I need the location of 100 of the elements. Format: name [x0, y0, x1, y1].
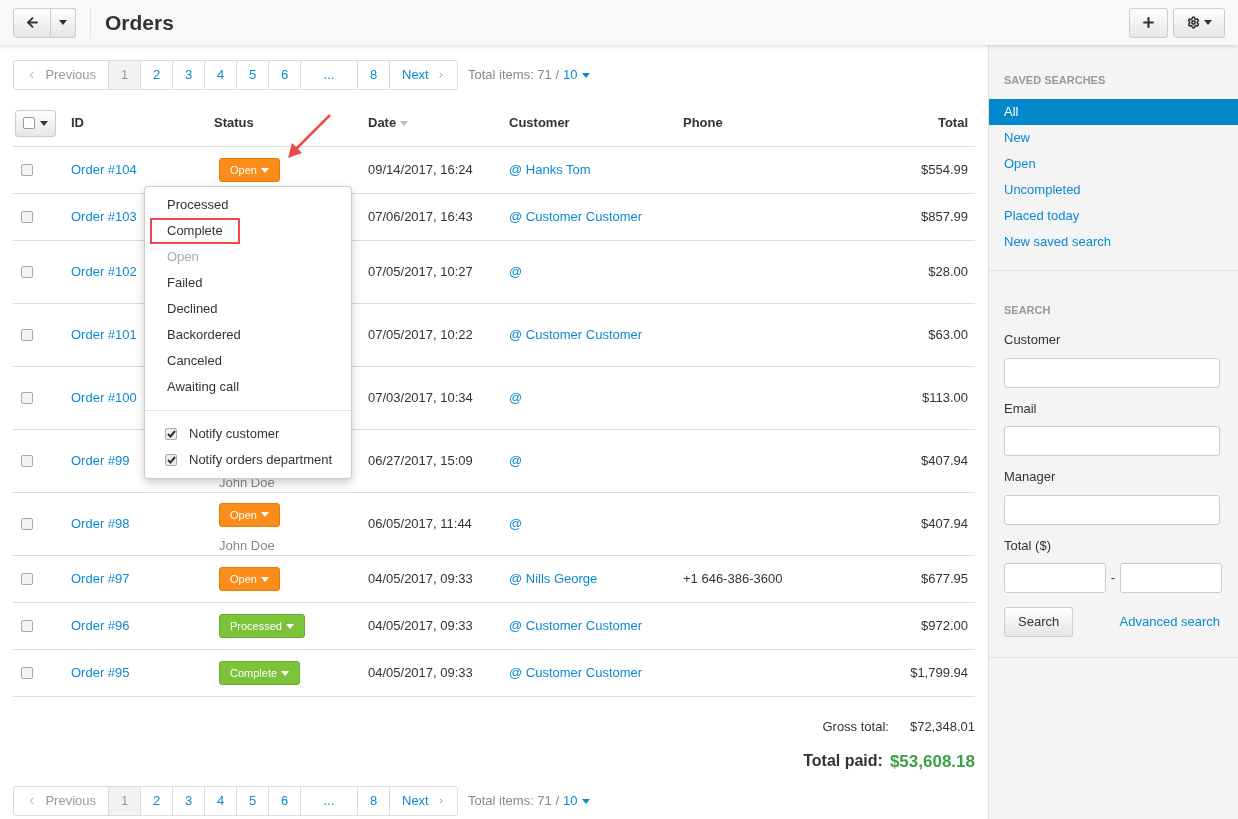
order-link[interactable]: Order #101 — [71, 327, 137, 343]
add-button[interactable] — [1129, 7, 1168, 38]
page-button[interactable]: ... — [300, 61, 357, 89]
field-label: Email — [1004, 399, 1038, 418]
saved-search-item[interactable]: Open — [989, 150, 1238, 177]
order-link[interactable]: Order #96 — [71, 618, 130, 634]
customer-link[interactable]: @ — [509, 453, 523, 469]
status-option[interactable]: Declined — [150, 296, 235, 322]
row-checkbox[interactable] — [21, 392, 33, 404]
order-link[interactable]: Order #97 — [71, 571, 130, 587]
column-header[interactable]: Date — [368, 113, 409, 133]
order-link[interactable]: Order #98 — [71, 516, 130, 532]
column-header[interactable]: Total — [937, 113, 968, 133]
column-header[interactable]: Customer — [509, 113, 570, 133]
customer-link[interactable]: @ Nills George — [509, 571, 598, 587]
status-dropdown-button[interactable]: Open — [219, 567, 280, 591]
total-min-field[interactable] — [1004, 563, 1106, 593]
status-dropdown-button[interactable]: Processed — [219, 614, 305, 638]
row-checkbox[interactable] — [21, 620, 33, 632]
row-checkbox[interactable] — [21, 164, 33, 176]
status-option[interactable]: Complete — [150, 218, 240, 244]
caret-icon — [40, 120, 48, 126]
back-button[interactable] — [13, 7, 51, 38]
search-field[interactable] — [1004, 357, 1220, 388]
total-items-text: Total items: 71 / — [468, 66, 560, 85]
status-option[interactable]: Failed — [150, 270, 220, 296]
page-button[interactable]: 5 — [236, 61, 268, 89]
status-option[interactable]: Awaiting call — [150, 374, 257, 400]
row-checkbox[interactable] — [21, 211, 33, 223]
page-button[interactable]: 8 — [357, 787, 389, 815]
next-page-button[interactable]: Next — [389, 61, 457, 89]
page-button[interactable]: 6 — [268, 61, 300, 89]
field-label: Total ($) — [1004, 536, 1052, 555]
search-field[interactable] — [1004, 494, 1220, 525]
page-button[interactable]: 6 — [268, 787, 300, 815]
status-option[interactable]: Canceled — [150, 348, 239, 374]
page-button[interactable]: 8 — [357, 61, 389, 89]
saved-search-item[interactable]: All — [989, 98, 1238, 125]
customer-link[interactable]: @ Customer Customer — [509, 665, 643, 681]
select-all-dropdown[interactable] — [15, 109, 56, 137]
customer-link[interactable]: @ Customer Customer — [509, 209, 643, 225]
saved-search-item[interactable]: Uncompleted — [989, 176, 1238, 203]
caret-icon — [260, 576, 269, 582]
order-link[interactable]: Order #103 — [71, 209, 137, 225]
status-option[interactable]: Processed — [150, 192, 246, 218]
customer-link[interactable]: @ — [509, 264, 523, 280]
customer-link[interactable]: @ Customer Customer — [509, 618, 643, 634]
column-header[interactable]: Phone — [683, 113, 723, 133]
column-header[interactable]: ID — [71, 113, 84, 133]
page-button[interactable]: 5 — [236, 787, 268, 815]
saved-search-item[interactable]: Placed today — [989, 202, 1238, 229]
order-link[interactable]: Order #99 — [71, 453, 130, 469]
per-page-dropdown[interactable]: 10 — [563, 791, 590, 811]
status-dropdown-button[interactable]: Open — [219, 158, 280, 182]
page-button[interactable]: 4 — [204, 787, 236, 815]
back-menu-button[interactable] — [51, 7, 76, 38]
notify-checkbox[interactable] — [165, 428, 177, 440]
search-field[interactable] — [1004, 426, 1220, 456]
saved-search-item[interactable]: New — [989, 124, 1238, 151]
per-page-dropdown[interactable]: 10 — [563, 65, 590, 85]
page-button[interactable]: ... — [300, 787, 357, 815]
order-date: 07/05/2017, 10:22 — [368, 327, 473, 343]
row-checkbox[interactable] — [21, 329, 33, 341]
order-total: $28.00 — [928, 264, 968, 280]
order-date: 06/27/2017, 15:09 — [368, 453, 473, 469]
notify-checkbox[interactable] — [165, 454, 177, 466]
select-all-checkbox[interactable] — [23, 117, 35, 129]
order-total: $972.00 — [921, 618, 968, 634]
status-dropdown-button[interactable]: Open — [219, 503, 280, 527]
customer-link[interactable]: @ Customer Customer — [509, 327, 643, 343]
row-checkbox[interactable] — [21, 667, 33, 679]
page-button[interactable]: 2 — [140, 61, 172, 89]
row-checkbox[interactable] — [21, 455, 33, 467]
order-link[interactable]: Order #95 — [71, 665, 130, 681]
column-header[interactable]: Status — [214, 113, 254, 133]
page-button[interactable]: 3 — [172, 787, 204, 815]
customer-link[interactable]: @ Hanks Tom — [509, 162, 591, 178]
search-button[interactable]: Search — [1004, 607, 1074, 637]
field-label: Customer — [1004, 331, 1062, 349]
advanced-search-link[interactable]: Advanced search — [1119, 612, 1220, 632]
row-checkbox[interactable] — [21, 518, 33, 530]
row-checkbox[interactable] — [21, 266, 33, 278]
order-link[interactable]: Order #102 — [71, 264, 137, 280]
status-option[interactable]: Backordered — [150, 322, 258, 348]
row-checkbox[interactable] — [21, 573, 33, 585]
total-max-field[interactable] — [1120, 563, 1222, 593]
page-button[interactable]: 1 — [108, 61, 140, 89]
page-button[interactable]: 4 — [204, 61, 236, 89]
next-page-button[interactable]: Next — [389, 787, 457, 815]
order-link[interactable]: Order #100 — [71, 390, 137, 406]
page-button[interactable]: 3 — [172, 61, 204, 89]
customer-link[interactable]: @ — [509, 390, 523, 406]
customer-link[interactable]: @ — [509, 516, 523, 532]
order-link[interactable]: Order #104 — [71, 162, 137, 178]
order-date: 04/05/2017, 09:33 — [368, 665, 473, 681]
page-button[interactable]: 2 — [140, 787, 172, 815]
saved-search-item[interactable]: New saved search — [989, 228, 1238, 255]
page-button[interactable]: 1 — [108, 787, 140, 815]
status-dropdown-button[interactable]: Complete — [219, 661, 301, 685]
settings-button[interactable] — [1173, 7, 1225, 38]
